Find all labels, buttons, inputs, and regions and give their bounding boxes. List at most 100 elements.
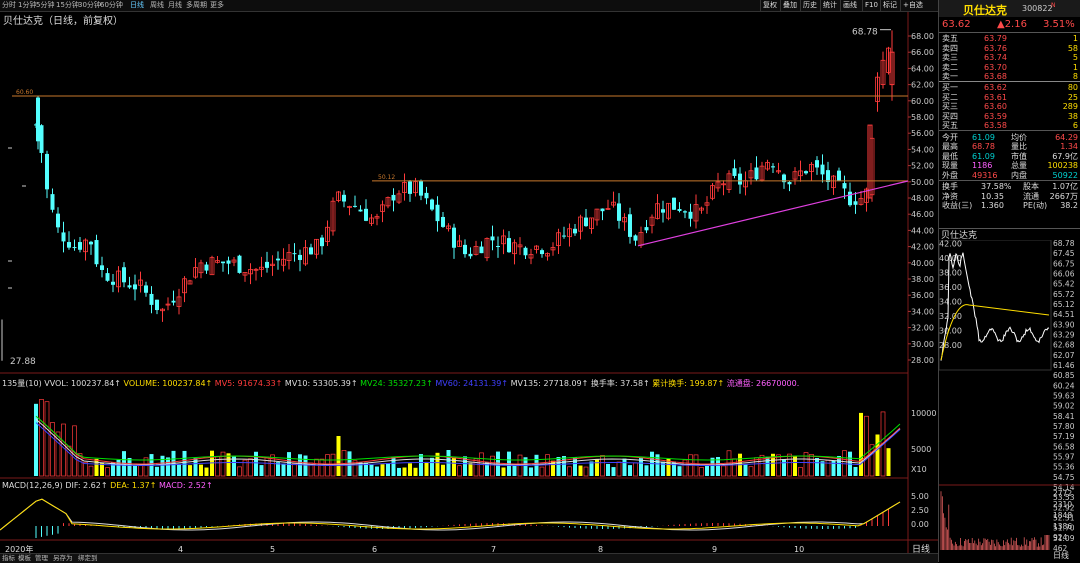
volume-bar (512, 464, 517, 476)
period-tab-6[interactable]: 日线 (130, 0, 144, 11)
candle-body (600, 208, 605, 212)
period-tab-8[interactable]: 月线 (168, 0, 182, 11)
toolbar-button-7[interactable]: +自选 (900, 0, 925, 11)
price-tick: 58.00 (911, 113, 934, 122)
volume-bar (529, 467, 533, 476)
toolbar-button-6[interactable]: 标记 (880, 0, 899, 11)
toolbar-button-4[interactable]: 画线 (840, 0, 859, 11)
macd-tick: 5.00 (911, 492, 929, 501)
candle-body (540, 250, 544, 255)
candle-body (848, 191, 852, 206)
volume-bar (408, 463, 412, 476)
macd-indicator-header[interactable]: MACD(12,26,9) DIF: 2.62↑ DEA: 1.37↑ MACD… (2, 481, 213, 490)
period-tab-3[interactable]: 15分钟 (56, 0, 79, 11)
volume-bar (166, 457, 170, 476)
volume-bar (611, 467, 616, 476)
stat-cell: 1.360 (981, 201, 1004, 210)
candle-body (435, 204, 440, 222)
stat-cell: PE(动) (1023, 201, 1048, 210)
macd-layer: 5.00 2.50 0.00 (0, 492, 929, 538)
volume-bar (39, 399, 44, 477)
toolbar-button-0[interactable]: 复权 (760, 0, 779, 11)
candle-body (204, 264, 209, 271)
candle-body (738, 173, 742, 185)
candle-body (804, 171, 808, 174)
price-tick: 68.00 (911, 32, 934, 41)
candle-body (842, 183, 847, 189)
volume-bar (248, 458, 253, 477)
candle-body (353, 205, 357, 207)
intraday-price-tick: 65.42 (1053, 280, 1075, 289)
period-tab-4[interactable]: 30分钟 (78, 0, 101, 11)
volume-bar (419, 454, 423, 476)
intraday-pct-tick: 30.00 (939, 327, 962, 336)
volume-bar (457, 465, 462, 477)
toolbar-button-5[interactable]: F10 (862, 0, 880, 11)
volume-bar (556, 457, 561, 476)
volume-bar (116, 459, 121, 476)
volume-bar (583, 466, 589, 477)
candle-body (479, 246, 484, 254)
intraday-price-tick: 68.78 (1053, 240, 1075, 248)
volume-bar (562, 456, 566, 476)
volume-bar (743, 463, 748, 476)
intraday-pct-tick: 36.00 (939, 283, 962, 292)
date-tick: 8 (598, 545, 603, 553)
period-tab-9[interactable]: 多周期 (186, 0, 207, 11)
intraday-vol-tick: 1848 (1053, 511, 1072, 520)
volume-bar (182, 450, 187, 476)
date-tick: 9 (712, 545, 717, 553)
intraday-chart[interactable]: 68.7867.4566.75 66.0665.4265.7265.1264.51… (939, 240, 1080, 562)
volume-bar (859, 412, 863, 476)
toolbar-button-1[interactable]: 叠加 (780, 0, 799, 11)
price-tick: 66.00 (911, 48, 934, 57)
volume-bar (237, 466, 242, 477)
period-tab-0[interactable]: 分时 (2, 0, 16, 11)
period-tab-2[interactable]: 5分钟 (36, 0, 54, 11)
kline-chart[interactable]: 60.60 50.12 68.78 27.88 68.00 66.00 64.00 62.0… (0, 12, 938, 553)
volume-bar (732, 458, 737, 477)
period-tab-7[interactable]: 周线 (150, 0, 164, 11)
candle-body (826, 170, 830, 183)
volume-bar (485, 462, 489, 476)
candle-body (408, 181, 412, 194)
volume-bar (875, 434, 880, 476)
indicator-value: MV10: 53305.39↑ (284, 379, 361, 388)
stat-cell: 38.2 (1060, 201, 1078, 210)
volume-bar (853, 466, 858, 476)
volume-bar (94, 458, 99, 476)
intraday-price-tick: 63.90 (1053, 320, 1075, 329)
indicator-value: MACD: 2.52↑ (158, 481, 213, 490)
candle-body (364, 208, 368, 221)
candle-body (661, 209, 665, 213)
candle-body (430, 199, 434, 210)
candle-body (342, 194, 346, 202)
candle-body (155, 299, 159, 311)
period-tab-1[interactable]: 1分钟 (18, 0, 36, 11)
price-tick: 64.00 (911, 64, 934, 73)
volume-bar (281, 463, 286, 476)
intraday-vol-tick: 2310 (1053, 500, 1072, 509)
volume-bar (633, 462, 638, 477)
toolbar-button-2[interactable]: 历史 (800, 0, 819, 11)
intraday-price-tick: 65.12 (1053, 300, 1075, 309)
period-tab-5[interactable]: 60分钟 (100, 0, 123, 11)
candle-body (61, 232, 66, 242)
new-badge: N (1051, 2, 1056, 9)
toolbar-button-3[interactable]: 统计 (820, 0, 839, 11)
period-tab-10[interactable]: 更多 (210, 0, 224, 11)
candle-body (633, 235, 638, 241)
volume-bar (226, 453, 231, 476)
candle-body (320, 237, 324, 247)
stock-code: 300822 (1022, 4, 1053, 13)
price-tick: 52.00 (911, 162, 934, 171)
intraday-price-tick: 56.58 (1053, 442, 1075, 451)
volume-bar (606, 463, 610, 476)
indicator-name[interactable]: 135量(10) (2, 379, 44, 388)
volume-bar (501, 467, 506, 476)
candle-body (105, 273, 110, 281)
candle-body (573, 228, 577, 234)
intraday-price-tick: 65.72 (1053, 290, 1075, 299)
volume-indicator-header[interactable]: 135量(10) VVOL: 100237.84↑ VOLUME: 100237… (2, 378, 799, 389)
indicator-value: MV135: 27718.09↑ (510, 379, 591, 388)
